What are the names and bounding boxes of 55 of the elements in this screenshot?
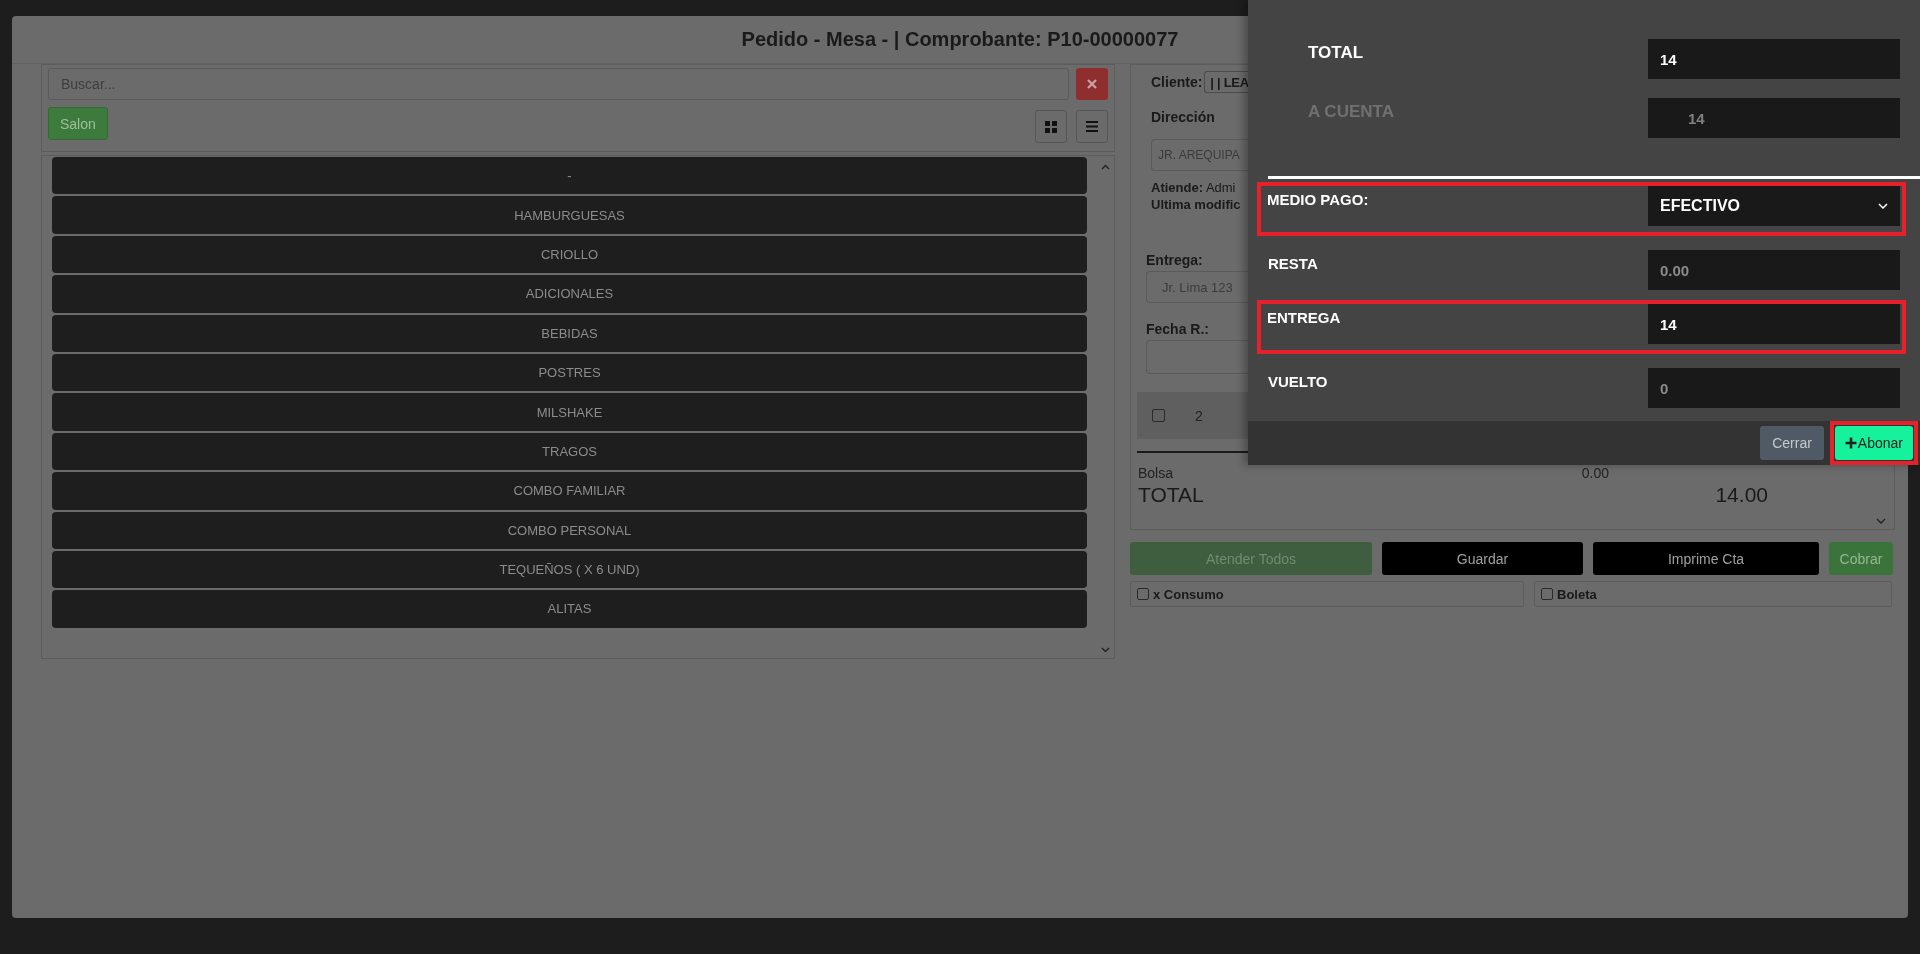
grid-icon bbox=[1045, 120, 1057, 133]
action-button[interactable]: Cobrar bbox=[1829, 542, 1893, 575]
category-button[interactable]: TRAGOS bbox=[52, 432, 1087, 471]
category-button[interactable]: HAMBURGUESAS bbox=[52, 196, 1087, 234]
category-button[interactable]: POSTRES bbox=[52, 353, 1087, 392]
category-button[interactable]: CRIOLLO bbox=[52, 235, 1087, 274]
close-button[interactable]: Cerrar bbox=[1760, 426, 1824, 460]
close-icon bbox=[1087, 79, 1097, 89]
delivery-label: Entrega: bbox=[1146, 252, 1203, 268]
total-label: TOTAL bbox=[1138, 483, 1204, 507]
item-quantity: 2 bbox=[1195, 407, 1203, 424]
category-button[interactable]: ADICIONALES bbox=[52, 275, 1087, 313]
last-modified-label: Ultima modific bbox=[1151, 197, 1241, 212]
bag-amount: 0.00 bbox=[1581, 465, 1609, 481]
bag-label: Bolsa bbox=[1138, 465, 1174, 481]
option-checkbox[interactable]: x Consumo bbox=[1130, 581, 1524, 607]
action-button[interactable]: Imprime Cta bbox=[1593, 542, 1819, 575]
payment-label: RESTA bbox=[1268, 255, 1318, 272]
payment-label: ENTREGA bbox=[1267, 309, 1341, 326]
payment-label: MEDIO PAGO: bbox=[1267, 191, 1369, 208]
category-button[interactable]: COMBO PERSONAL bbox=[52, 511, 1087, 549]
attendant-text: Atiende: Admi bbox=[1151, 180, 1236, 195]
category-button[interactable]: MILSHAKE bbox=[52, 393, 1087, 431]
category-button[interactable]: ALITAS bbox=[52, 590, 1087, 628]
payment-label: VUELTO bbox=[1268, 373, 1328, 390]
action-button[interactable]: Guardar bbox=[1382, 542, 1583, 575]
summary-field[interactable]: 14 bbox=[1648, 39, 1900, 79]
summary-field: 14 bbox=[1648, 98, 1900, 138]
summary-label: TOTAL bbox=[1308, 43, 1364, 63]
payment-field[interactable]: 0.00 bbox=[1648, 250, 1900, 290]
category-button[interactable]: COMBO FAMILIAR bbox=[52, 472, 1087, 510]
submit-button[interactable]: Abonar bbox=[1834, 426, 1913, 460]
dialog-title: Pedido - Mesa - | Comprobante: P10-00000077 bbox=[741, 28, 1179, 51]
date-label: Fecha R.: bbox=[1146, 321, 1209, 337]
address-label: Dirección bbox=[1151, 109, 1215, 125]
category-button[interactable]: BEBIDAS bbox=[52, 314, 1087, 352]
payment-method-select[interactable]: EFECTIVO bbox=[1648, 186, 1900, 226]
category-button[interactable]: TEQUEÑOS ( X 6 UND) bbox=[52, 550, 1087, 589]
scroll-down-icon[interactable] bbox=[1101, 647, 1110, 653]
client-label: Cliente: bbox=[1151, 74, 1203, 90]
salon-button[interactable]: Salon bbox=[48, 107, 108, 140]
menu-icon bbox=[1086, 121, 1098, 132]
item-checkbox[interactable] bbox=[1152, 409, 1165, 422]
payment-field[interactable]: 14 bbox=[1648, 304, 1900, 344]
payment-field[interactable]: 0 bbox=[1648, 368, 1900, 408]
list-view-button[interactable] bbox=[1076, 110, 1108, 143]
total-amount: 14.00 bbox=[1715, 483, 1768, 507]
plus-icon bbox=[1844, 437, 1857, 449]
clear-button[interactable] bbox=[1076, 68, 1108, 100]
scroll-down-icon[interactable] bbox=[1876, 518, 1886, 524]
chevron-down-icon bbox=[1878, 203, 1888, 209]
scroll-up-icon[interactable] bbox=[1101, 164, 1110, 170]
option-checkbox[interactable]: Boleta bbox=[1534, 581, 1892, 607]
grid-view-button[interactable] bbox=[1035, 110, 1067, 143]
category-button[interactable]: - bbox=[52, 157, 1087, 195]
